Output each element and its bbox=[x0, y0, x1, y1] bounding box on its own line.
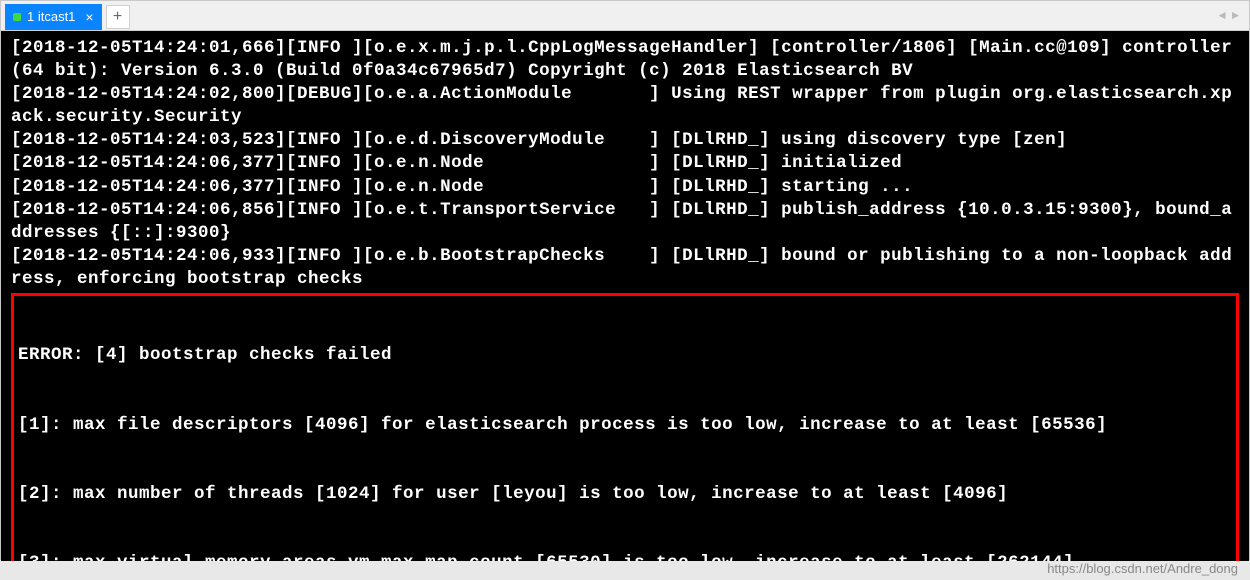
log-line: [2018-12-05T14:24:02,800][DEBUG][o.e.a.A… bbox=[11, 83, 1239, 129]
tab-label: 1 itcast1 bbox=[27, 9, 75, 24]
log-line: [2018-12-05T14:24:06,856][INFO ][o.e.t.T… bbox=[11, 199, 1239, 245]
add-tab-button[interactable]: + bbox=[106, 5, 130, 29]
connection-status-dot bbox=[13, 13, 21, 21]
tab-itcast1[interactable]: 1 itcast1 × bbox=[5, 4, 102, 30]
log-line: [2018-12-05T14:24:03,523][INFO ][o.e.d.D… bbox=[11, 129, 1239, 152]
error-line: [2]: max number of threads [1024] for us… bbox=[18, 483, 1232, 506]
log-line: [2018-12-05T14:24:06,377][INFO ][o.e.n.N… bbox=[11, 152, 1239, 175]
close-icon[interactable]: × bbox=[85, 9, 93, 25]
log-line: [2018-12-05T14:24:06,377][INFO ][o.e.n.N… bbox=[11, 176, 1239, 199]
app-window: 1 itcast1 × + ◄ ► [2018-12-05T14:24:01,6… bbox=[0, 0, 1250, 560]
terminal-output[interactable]: [2018-12-05T14:24:01,666][INFO ][o.e.x.m… bbox=[1, 31, 1249, 561]
log-line: [2018-12-05T14:24:01,666][INFO ][o.e.x.m… bbox=[11, 37, 1239, 83]
watermark-text: https://blog.csdn.net/Andre_dong bbox=[1047, 561, 1238, 576]
error-line: [1]: max file descriptors [4096] for ela… bbox=[18, 414, 1232, 437]
tab-bar: 1 itcast1 × + ◄ ► bbox=[1, 1, 1249, 31]
log-line: [2018-12-05T14:24:06,933][INFO ][o.e.b.B… bbox=[11, 245, 1239, 291]
error-header: ERROR: [4] bootstrap checks failed bbox=[18, 344, 1232, 367]
error-highlight-box: ERROR: [4] bootstrap checks failed [1]: … bbox=[11, 293, 1239, 561]
next-tab-icon[interactable]: ► bbox=[1230, 9, 1241, 23]
tab-nav-arrows: ◄ ► bbox=[1217, 9, 1241, 23]
prev-tab-icon[interactable]: ◄ bbox=[1217, 9, 1228, 23]
error-line: [3]: max virtual memory areas vm.max_map… bbox=[18, 552, 1232, 561]
